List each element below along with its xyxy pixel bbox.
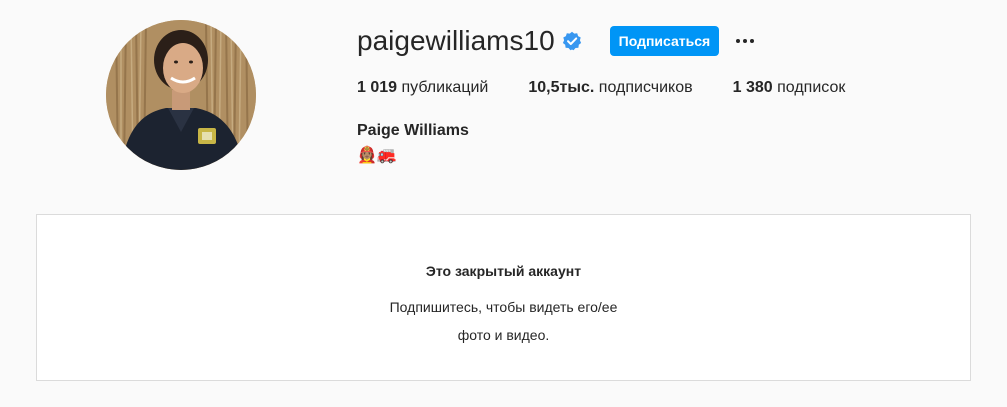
profile-info: paigewilliams10 Подписаться 1 019 публик… xyxy=(357,24,987,167)
following-label: подписок xyxy=(777,79,846,96)
verified-badge-icon xyxy=(562,31,582,51)
profile-page: paigewilliams10 Подписаться 1 019 публик… xyxy=(0,0,1007,407)
profile-username: paigewilliams10 xyxy=(357,25,555,56)
followers-label: подписчиков xyxy=(598,79,693,96)
following-stat[interactable]: 1 380 подписок xyxy=(733,78,846,98)
profile-stats: 1 019 публикаций 10,5тыс. подписчиков 1 … xyxy=(357,78,987,98)
profile-bio: 👩🏽‍🚒🚒 xyxy=(357,147,397,164)
follow-button[interactable]: Подписаться xyxy=(609,26,720,56)
following-count: 1 380 xyxy=(732,79,773,96)
posts-count: 1 019 xyxy=(357,79,398,96)
avatar-photo xyxy=(106,20,256,170)
profile-avatar[interactable] xyxy=(106,20,256,170)
followers-count: 10,5тыс. xyxy=(528,79,595,96)
profile-header-row: paigewilliams10 Подписаться xyxy=(357,24,987,58)
private-account-title: Это закрытый аккаунт xyxy=(425,263,582,279)
more-options-icon[interactable] xyxy=(733,29,757,53)
private-account-text: Подпишитесь, чтобы видеть его/ее фото и … xyxy=(389,299,618,343)
followers-stat[interactable]: 10,5тыс. подписчиков xyxy=(528,78,692,98)
private-account-notice: Это закрытый аккаунт Подпишитесь, чтобы … xyxy=(36,214,971,381)
profile-full-name: Paige Williams xyxy=(357,122,469,139)
posts-stat: 1 019 публикаций xyxy=(357,78,488,98)
posts-label: публикаций xyxy=(401,79,489,96)
